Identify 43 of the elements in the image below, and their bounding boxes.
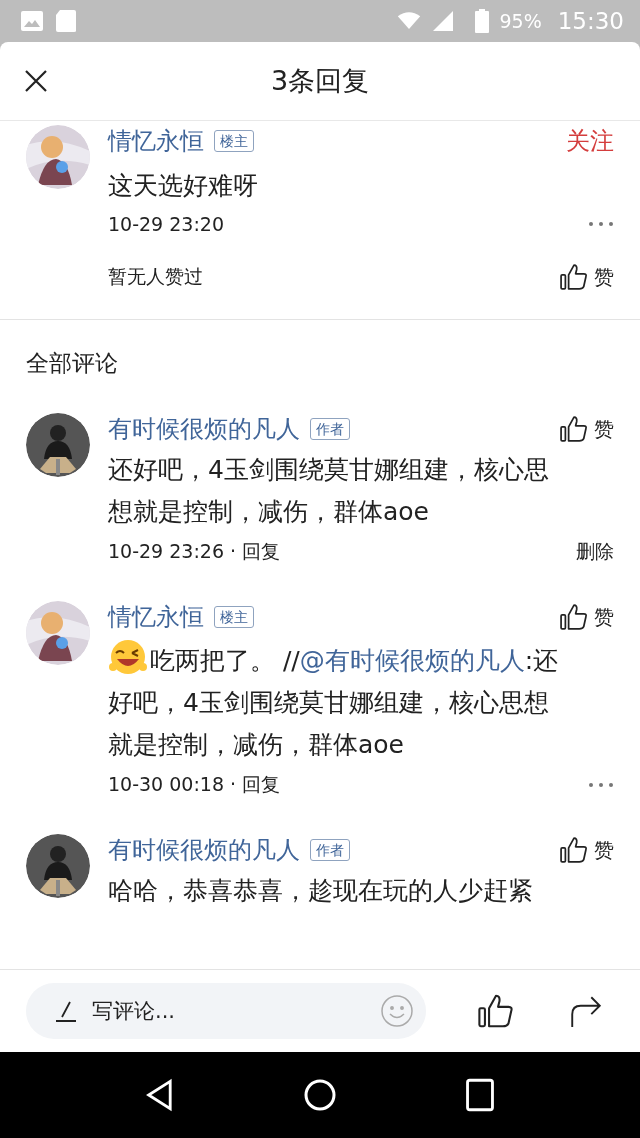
thumbs-up-icon [560, 836, 588, 864]
author-name[interactable]: 情忆永恒 [108, 125, 204, 157]
clock: 15:30 [557, 8, 624, 34]
comment-time: 10-29 23:26 · 回复 [108, 539, 281, 564]
like-button[interactable]: 赞 [560, 603, 614, 631]
battery-icon [475, 9, 490, 33]
thumbs-up-icon [560, 415, 588, 443]
thumbs-up-icon [560, 603, 588, 631]
comment-text: 吃两把了。 //@有时候很烦的凡人:还好吧，4玉剑围绕莫甘娜组建，核心思想就是控制，减伤，群体aoe [108, 637, 560, 766]
comment-text: 哈哈，恭喜恭喜，趁现在玩的人少赶紧 [108, 875, 534, 907]
comment-time: 10-29 23:20 [108, 213, 224, 235]
image-icon [20, 9, 44, 33]
like-button[interactable]: 赞 [560, 263, 614, 291]
thumbs-up-icon [560, 263, 588, 291]
close-icon[interactable] [24, 69, 48, 93]
battery-level: 95% [499, 10, 542, 32]
signal-icon [431, 9, 456, 33]
recents-icon[interactable] [463, 1078, 497, 1112]
more-icon[interactable] [588, 221, 614, 227]
comment-text: 这天选好难呀 [108, 170, 259, 202]
mention-link[interactable]: @有时候很烦的凡人 [299, 646, 525, 675]
author-name[interactable]: 有时候很烦的凡人 [108, 834, 300, 866]
more-icon[interactable] [588, 782, 614, 788]
like-button[interactable]: 赞 [560, 836, 614, 864]
role-badge: 作者 [310, 839, 350, 861]
delete-button[interactable]: 删除 [576, 539, 614, 565]
comment-field[interactable]: 写评论... [26, 983, 426, 1039]
role-badge: 作者 [310, 418, 350, 440]
follow-button[interactable]: 关注 [566, 125, 614, 157]
like-button[interactable]: 赞 [560, 415, 614, 443]
role-badge: 楼主 [214, 606, 254, 628]
pen-icon [54, 999, 78, 1023]
comment-time: 10-30 00:18 · 回复 [108, 772, 281, 797]
page-title: 3条回复 [270, 64, 370, 98]
likes-note: 暂无人赞过 [108, 264, 203, 289]
home-icon[interactable] [303, 1078, 337, 1112]
sd-card-icon [54, 9, 78, 33]
author-name[interactable]: 有时候很烦的凡人 [108, 413, 300, 445]
section-title: 全部评论 [25, 349, 119, 378]
thumbs-up-icon[interactable] [478, 993, 514, 1029]
role-badge: 楼主 [214, 130, 254, 152]
author-name[interactable]: 情忆永恒 [108, 601, 204, 633]
comment-text: 还好吧，4玉剑围绕莫甘娜组建，核心思想就是控制，减伤，群体aoe [108, 454, 550, 528]
